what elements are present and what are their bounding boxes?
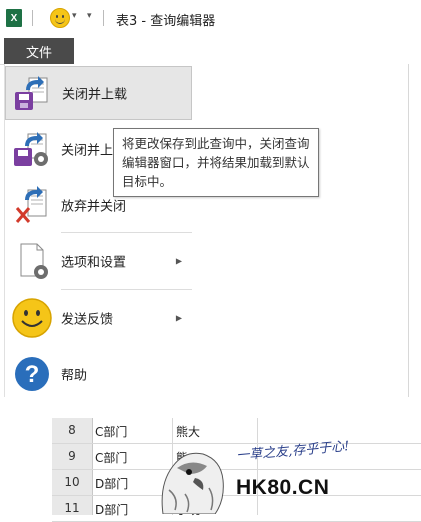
watermark-brand: HK80.CN bbox=[236, 476, 330, 499]
cell-dept[interactable]: C部门 bbox=[95, 449, 127, 466]
row-number: 9 bbox=[68, 449, 76, 463]
cell-dept[interactable]: D部门 bbox=[95, 475, 128, 492]
excel-icon: X bbox=[6, 9, 22, 27]
smiley-icon bbox=[12, 298, 52, 338]
row-number: 11 bbox=[64, 501, 80, 515]
menu-item-send-feedback[interactable]: 发送反馈 ▶ bbox=[5, 291, 192, 345]
menu-item-close-and-load[interactable]: 关闭并上载 bbox=[5, 66, 192, 120]
title-bar: X ▾ ▾ 表3 - 查询编辑器 bbox=[0, 0, 421, 38]
cell-dept[interactable]: C部门 bbox=[95, 423, 127, 440]
menu-divider bbox=[61, 232, 192, 233]
submenu-arrow-icon: ▶ bbox=[175, 313, 182, 323]
title-separator bbox=[103, 10, 104, 26]
menu-item-label: 关闭并上载 bbox=[62, 87, 128, 103]
file-menu: 关闭并上载 关闭并上载至... 放弃并关闭 选项和设置 ▶ 发送反馈 ▶ ? 帮… bbox=[5, 64, 192, 397]
close-and-load-icon bbox=[15, 76, 48, 110]
row-number: 10 bbox=[64, 475, 80, 489]
menu-item-label: 帮助 bbox=[61, 368, 88, 384]
options-settings-icon bbox=[20, 243, 48, 279]
backstage-content-pane bbox=[192, 64, 408, 397]
table-row[interactable]: 8 C部门 熊大 bbox=[52, 418, 421, 444]
file-backstage: 关闭并上载 关闭并上载至... 放弃并关闭 选项和设置 ▶ 发送反馈 ▶ ? 帮… bbox=[4, 64, 409, 397]
feedback-dropdown-icon[interactable]: ▾ bbox=[72, 11, 77, 21]
title-separator bbox=[32, 10, 33, 26]
menu-item-label: 选项和设置 bbox=[61, 255, 127, 271]
file-tab[interactable]: 文件 bbox=[4, 38, 74, 64]
cell-dept[interactable]: D部门 bbox=[95, 501, 128, 518]
menu-item-help[interactable]: ? 帮助 bbox=[5, 347, 192, 401]
cell-name[interactable]: 熊大 bbox=[176, 423, 200, 440]
menu-item-label: 发送反馈 bbox=[61, 312, 114, 328]
submenu-arrow-icon: ▶ bbox=[175, 256, 182, 266]
discard-and-close-icon bbox=[15, 186, 47, 223]
row-number: 8 bbox=[68, 423, 76, 437]
menu-item-label: 放弃并关闭 bbox=[61, 199, 127, 215]
menu-divider bbox=[61, 289, 192, 290]
quick-access-customize-icon[interactable]: ▾ bbox=[87, 11, 92, 21]
window-title: 表3 - 查询编辑器 bbox=[116, 14, 216, 29]
smiley-icon[interactable] bbox=[50, 8, 70, 28]
help-icon: ? bbox=[15, 357, 49, 391]
menu-item-options-settings[interactable]: 选项和设置 ▶ bbox=[5, 234, 192, 288]
svg-text:?: ? bbox=[25, 361, 40, 388]
tooltip: 将更改保存到此查询中，关闭查询编辑器窗口，并将结果加载到默认目标中。 bbox=[113, 128, 319, 197]
eagle-logo-icon bbox=[161, 452, 224, 514]
close-and-load-to-icon bbox=[14, 132, 48, 166]
